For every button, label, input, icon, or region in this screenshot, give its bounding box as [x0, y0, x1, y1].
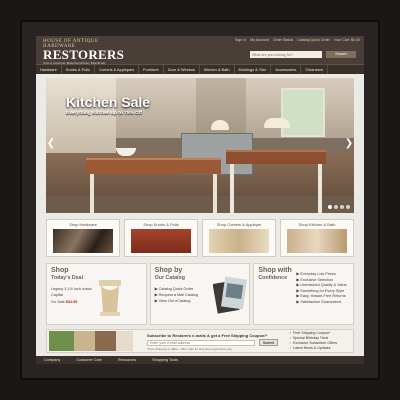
catalog-books-image — [212, 276, 247, 314]
hero-subtitle: Everything Kitchen up to 75% Off — [66, 111, 142, 116]
carousel-dot[interactable] — [346, 205, 350, 209]
top-link-sign-in[interactable]: Sign In — [235, 38, 246, 42]
confidence-panel: Shop with Confidence ▶ Everyday Low Pric… — [253, 263, 355, 325]
footer-link-company[interactable]: Company — [36, 356, 68, 364]
capital-corbel-image — [99, 280, 121, 316]
search-button[interactable]: Search — [326, 51, 356, 58]
chevron-right-icon[interactable]: ❯ — [344, 138, 354, 150]
footer-link-shopping-tools[interactable]: Shopping Tools — [144, 356, 186, 364]
carousel-dot[interactable] — [340, 205, 344, 209]
footer-link-customer-care[interactable]: Customer Care — [68, 356, 110, 364]
knobs-image — [131, 229, 191, 253]
hero-banner[interactable]: Kitchen Sale Everything Kitchen up to 75… — [46, 78, 354, 213]
pendant-lamp — [211, 120, 229, 130]
deal-product-line2: Capital — [51, 293, 63, 297]
nav-item-furniture[interactable]: Furniture — [139, 65, 164, 74]
category-knobs-pulls[interactable]: Shop Knobs & Pulls — [124, 219, 198, 257]
catalog-heading: Shop by — [154, 267, 183, 274]
nav-item-kitchen-bath[interactable]: Kitchen & Bath — [200, 65, 235, 74]
email-field[interactable] — [147, 340, 255, 346]
newsletter-images — [49, 331, 133, 351]
top-link-catalog-quick-order[interactable]: Catalog Quick Order — [297, 38, 330, 42]
footer-link-resources[interactable]: Resources — [110, 356, 144, 364]
kitchen-island-left — [86, 158, 221, 213]
confidence-heading: Shop with — [258, 267, 292, 274]
hardware-image — [53, 229, 113, 253]
nav-item-door-window[interactable]: Door & Window — [164, 65, 200, 74]
carousel-dot[interactable] — [334, 205, 338, 209]
pendant-lamp — [264, 118, 290, 128]
logo-name: RESTORERS — [43, 47, 125, 62]
category-kitchen-bath[interactable]: Shop Kitchen & Bath — [280, 219, 354, 257]
category-label: Shop Knobs & Pulls — [143, 222, 179, 227]
subscribe-button[interactable]: Submit — [259, 339, 278, 346]
kitchen-island-right — [226, 150, 326, 213]
corbel-image — [209, 229, 269, 253]
nav-item-knobs-pulls[interactable]: Knobs & Pulls — [62, 65, 96, 74]
nav-item-accessories[interactable]: Accessories — [271, 65, 302, 74]
top-link-cart[interactable]: Your Cart: $0.00 — [334, 38, 360, 42]
carousel-dot[interactable] — [328, 205, 332, 209]
newsletter-strip: Subscribe to Restorers e-mails & get a F… — [46, 329, 354, 353]
carousel-dots — [328, 205, 350, 209]
todays-deal-panel[interactable]: Shop Today's Deal Legacy 3 1/4 Inch Icon… — [46, 263, 147, 325]
hero-title: Kitchen Sale — [66, 94, 151, 110]
newsletter-fine-print: *Free Shipping on $99+. Offer valid for … — [147, 347, 233, 351]
top-link-order-status[interactable]: Order Status — [273, 38, 293, 42]
newsletter-question: Subscribe to Restorers e-mails & get a F… — [147, 333, 268, 338]
confidence-item: ▶ Satisfaction Guaranteed — [296, 299, 342, 304]
nav-item-moldings[interactable]: Moldings & Trim — [235, 65, 272, 74]
confidence-list: ▶ Everyday Low Prices ▶ Exclusive Select… — [296, 272, 346, 306]
main-nav: Hardware Knobs & Pulls Corbels & Appliqu… — [36, 64, 364, 74]
deal-sale-prefix: On Sale — [51, 300, 65, 304]
deal-heading: Shop — [51, 267, 69, 274]
search-input[interactable] — [250, 51, 322, 58]
catalog-link-ecatalog[interactable]: ▶ View Our eCatalog — [155, 298, 191, 304]
nav-item-clearance[interactable]: Clearance — [301, 65, 329, 74]
deal-subheading: Today's Deal — [51, 275, 84, 281]
category-label: Shop Kitchen & Bath — [298, 222, 336, 227]
category-row: Shop Hardware Shop Knobs & Pulls Shop Co… — [46, 219, 354, 257]
nav-item-corbels[interactable]: Corbels & Appliques — [95, 65, 140, 74]
nav-item-hardware[interactable]: Hardware — [36, 65, 62, 74]
search-bar: Search — [250, 51, 358, 58]
category-label: Shop Hardware — [69, 222, 97, 227]
faucet-image — [287, 229, 347, 253]
top-link-my-account[interactable]: My Account — [250, 38, 269, 42]
site-header: HOUSE OF ANTIQUE HARDWARE RESTORERS Your… — [36, 36, 364, 66]
category-hardware[interactable]: Shop Hardware — [46, 219, 120, 257]
promo-row: Shop Today's Deal Legacy 3 1/4 Inch Icon… — [46, 263, 355, 325]
site-logo[interactable]: HOUSE OF ANTIQUE HARDWARE RESTORERS Your… — [43, 39, 125, 66]
deal-price: $32.99 — [65, 300, 78, 304]
category-corbels[interactable]: Shop Corbels & Applique — [202, 219, 276, 257]
category-label: Shop Corbels & Applique — [216, 222, 262, 227]
deal-price-row: On Sale $32.99 — [51, 299, 77, 305]
chevron-left-icon[interactable]: ❮ — [46, 138, 56, 150]
benefit-item: Latest News & Updates — [289, 346, 337, 351]
newsletter-benefits: Free Shipping Coupon* Special Birthday T… — [289, 331, 337, 351]
top-links: Sign In My Account Order Status Catalog … — [232, 38, 360, 42]
web-page: HOUSE OF ANTIQUE HARDWARE RESTORERS Your… — [36, 36, 364, 364]
kitchen-window — [281, 88, 325, 137]
catalog-subheading: Our Catalog — [154, 275, 185, 281]
site-footer: Company Customer Care Resources Shopping… — [36, 356, 364, 364]
confidence-subheading: Confidence — [258, 275, 288, 281]
catalog-panel[interactable]: Shop by Our Catalog ▶ Catalog Quick Orde… — [149, 263, 251, 325]
